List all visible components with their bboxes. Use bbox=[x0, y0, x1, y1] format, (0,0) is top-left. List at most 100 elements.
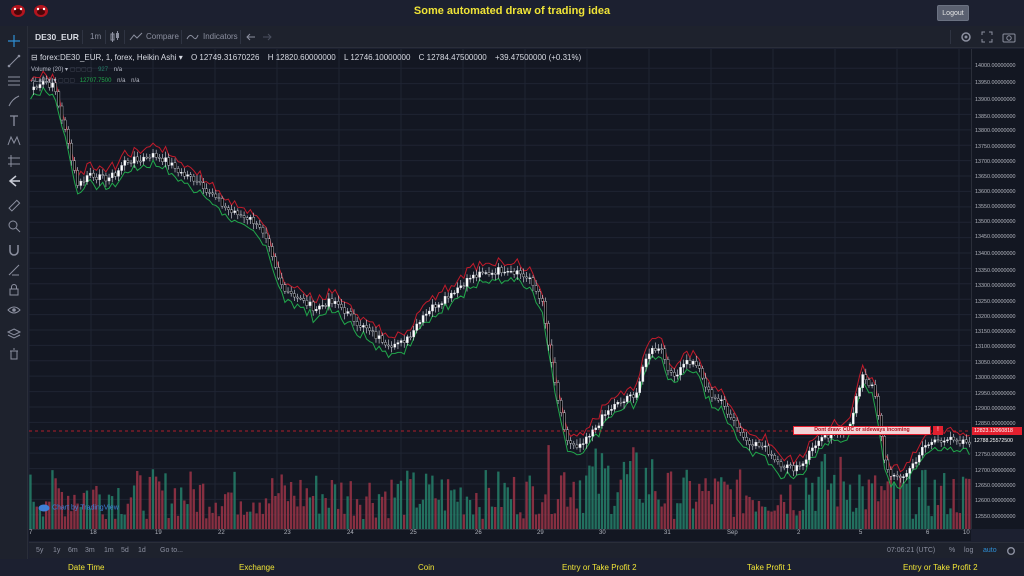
dropdown-icon[interactable]: ▾ bbox=[179, 53, 185, 62]
time-axis[interactable] bbox=[29, 529, 971, 541]
volume-bar bbox=[795, 515, 798, 529]
range-1y[interactable]: 1y bbox=[53, 543, 60, 559]
candle bbox=[930, 442, 934, 445]
volume-bar bbox=[946, 514, 949, 529]
percent-toggle[interactable]: % bbox=[949, 543, 955, 559]
candle bbox=[104, 175, 108, 182]
volume-bar bbox=[864, 509, 867, 529]
volume-bar bbox=[632, 447, 635, 529]
candle bbox=[73, 160, 76, 171]
volume-bar bbox=[651, 459, 654, 529]
candle bbox=[327, 298, 331, 307]
volume-bar bbox=[949, 508, 952, 529]
candle bbox=[151, 153, 155, 158]
candle bbox=[729, 413, 733, 418]
volume-bar bbox=[729, 489, 732, 529]
candle bbox=[227, 207, 230, 210]
app-root: Some automated draw of trading idea Logo… bbox=[0, 0, 1024, 576]
volume-bar bbox=[710, 504, 714, 529]
candle bbox=[789, 464, 792, 467]
text-icon[interactable] bbox=[6, 113, 22, 129]
auto-toggle[interactable]: auto bbox=[983, 543, 997, 559]
crosshair-icon[interactable] bbox=[6, 33, 22, 49]
symbol-selector[interactable]: DE30_EUR bbox=[35, 26, 79, 48]
trade-annotation[interactable]: Dont draw: CUC or sideways incoming bbox=[793, 426, 931, 435]
legend-low: L 12746.10000000 bbox=[343, 53, 411, 62]
range-6m[interactable]: 6m bbox=[68, 543, 78, 559]
volume-bar bbox=[716, 481, 720, 529]
back-arrow-icon[interactable] bbox=[6, 173, 22, 189]
candle bbox=[804, 459, 808, 464]
brush-icon[interactable] bbox=[6, 93, 22, 109]
lock-drawings-icon[interactable] bbox=[6, 262, 22, 278]
candle bbox=[899, 476, 902, 478]
volume-bar bbox=[961, 476, 965, 529]
volume-bar bbox=[70, 511, 73, 529]
column-exchange: Exchange bbox=[239, 563, 275, 572]
volume-bar bbox=[472, 514, 475, 529]
range-1d[interactable]: 1d bbox=[138, 543, 146, 559]
fib-icon[interactable] bbox=[6, 73, 22, 89]
range-5y[interactable]: 5y bbox=[36, 543, 43, 559]
goto-button[interactable]: Go to... bbox=[160, 543, 183, 559]
candle bbox=[776, 459, 780, 463]
legend-controls-icon[interactable]: ▢▢▢▢ bbox=[70, 67, 93, 73]
price-tick-label: 12950.00000000 bbox=[975, 391, 1016, 397]
volume-bar bbox=[509, 499, 513, 529]
trend-line-icon[interactable] bbox=[6, 53, 22, 69]
volume-bar bbox=[402, 514, 406, 529]
compare-button[interactable]: Compare bbox=[146, 26, 179, 48]
layers-icon[interactable] bbox=[6, 326, 22, 342]
price-chart[interactable] bbox=[29, 49, 971, 529]
volume-bar bbox=[575, 508, 578, 529]
legend-controls-icon[interactable]: ▢▢▢ bbox=[58, 78, 75, 84]
volume-bar bbox=[421, 499, 425, 529]
tradingview-watermark[interactable]: Chart by TradingView bbox=[38, 503, 119, 512]
ruler-icon[interactable] bbox=[6, 198, 22, 214]
pattern-icon[interactable] bbox=[6, 133, 22, 149]
lock-icon[interactable] bbox=[6, 282, 22, 298]
volume-label[interactable]: Volume (20) bbox=[31, 67, 63, 73]
range-1m[interactable]: 1m bbox=[104, 543, 114, 559]
trash-icon[interactable] bbox=[6, 346, 22, 362]
range-5d[interactable]: 5d bbox=[121, 543, 129, 559]
volume-bar bbox=[418, 503, 421, 529]
volume-bar bbox=[839, 456, 842, 529]
chart-pane[interactable] bbox=[29, 49, 971, 529]
collapse-icon[interactable]: ⊟ bbox=[31, 53, 40, 62]
time-tick-label: 7 bbox=[29, 530, 33, 536]
candle bbox=[126, 160, 130, 163]
candle bbox=[911, 463, 915, 469]
utc-clock[interactable]: 07:06:21 (UTC) bbox=[887, 543, 935, 559]
interval-selector[interactable]: 1m bbox=[90, 26, 101, 48]
volume-legend: Volume (20) ▾ ▢▢▢▢ 927 n/a bbox=[31, 66, 122, 73]
candle bbox=[311, 301, 315, 312]
logout-button[interactable]: Logout bbox=[937, 5, 969, 21]
prediction-icon[interactable] bbox=[6, 153, 22, 169]
candle bbox=[908, 468, 912, 474]
candle bbox=[440, 303, 444, 305]
watermark-text[interactable]: Chart by TradingView bbox=[52, 504, 119, 511]
zoom-icon[interactable] bbox=[6, 218, 22, 234]
candle bbox=[694, 361, 698, 366]
range-3m[interactable]: 3m bbox=[85, 543, 95, 559]
candle bbox=[371, 330, 375, 332]
candle bbox=[211, 192, 214, 195]
volume-bar bbox=[230, 492, 233, 529]
legend-symbol[interactable]: forex:DE30_EUR, 1, forex, Heikin Ashi bbox=[40, 53, 177, 62]
volume-bar bbox=[478, 507, 481, 529]
volume-bar bbox=[603, 468, 607, 529]
gear-icon[interactable] bbox=[1006, 546, 1016, 556]
indicator-label[interactable]: ALaPoil bbox=[31, 78, 52, 84]
eye-icon[interactable] bbox=[6, 302, 22, 318]
indicators-button[interactable]: Indicators bbox=[203, 26, 238, 48]
candle bbox=[161, 157, 164, 162]
candle bbox=[619, 402, 623, 404]
annotation-alert-button[interactable]: ! bbox=[933, 426, 943, 435]
volume-bar bbox=[760, 506, 764, 529]
magnet-icon[interactable] bbox=[6, 242, 22, 258]
volume-bar bbox=[151, 469, 155, 529]
candle bbox=[396, 342, 400, 345]
log-toggle[interactable]: log bbox=[964, 543, 973, 559]
time-tick-label: 25 bbox=[410, 530, 417, 536]
